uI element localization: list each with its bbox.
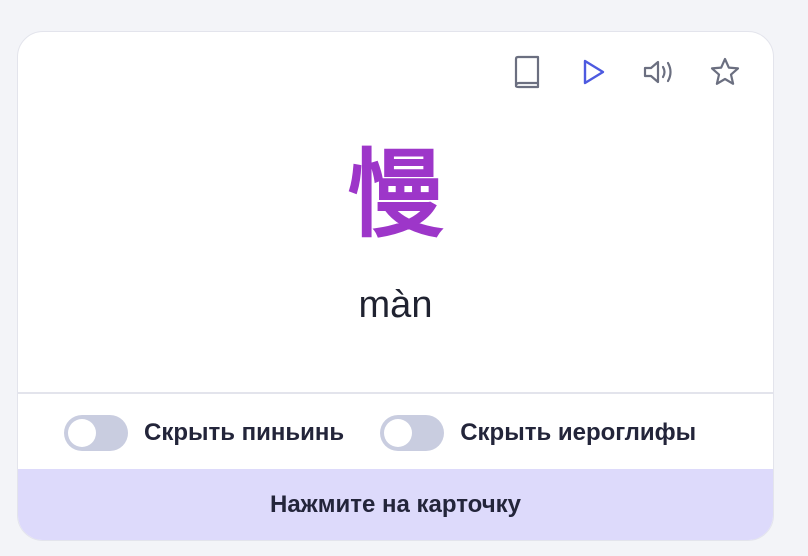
star-icon — [710, 57, 740, 85]
switch-knob — [68, 419, 96, 447]
book-icon — [514, 55, 540, 89]
speaker-icon — [643, 60, 672, 84]
pinyin-text: màn — [358, 284, 433, 326]
sound-button[interactable] — [641, 54, 677, 90]
display-toggles: Скрыть пиньинь Скрыть иероглифы — [64, 415, 732, 451]
play-icon — [583, 59, 605, 85]
hide-hanzi-switch[interactable] — [380, 415, 445, 451]
card-toolbar — [509, 54, 743, 90]
flashcard[interactable]: 慢 màn Скрыть пиньинь Скрыть иероглифы На… — [17, 31, 774, 541]
favorite-button[interactable] — [707, 54, 743, 90]
dictionary-button[interactable] — [509, 54, 545, 90]
switch-knob — [384, 419, 413, 447]
play-button[interactable] — [575, 54, 611, 90]
flip-card-button[interactable]: Нажмите на карточку — [18, 469, 773, 540]
hide-pinyin-label: Скрыть пиньинь — [144, 419, 345, 446]
flip-card-label: Нажмите на карточку — [270, 490, 521, 518]
hide-hanzi-label: Скрыть иероглифы — [460, 419, 697, 446]
divider — [18, 392, 773, 394]
hanzi-character: 慢 — [347, 139, 444, 251]
hide-hanzi-toggle-group: Скрыть иероглифы — [380, 415, 696, 451]
hide-pinyin-switch[interactable] — [64, 415, 128, 451]
hide-pinyin-toggle-group: Скрыть пиньинь — [64, 415, 344, 451]
